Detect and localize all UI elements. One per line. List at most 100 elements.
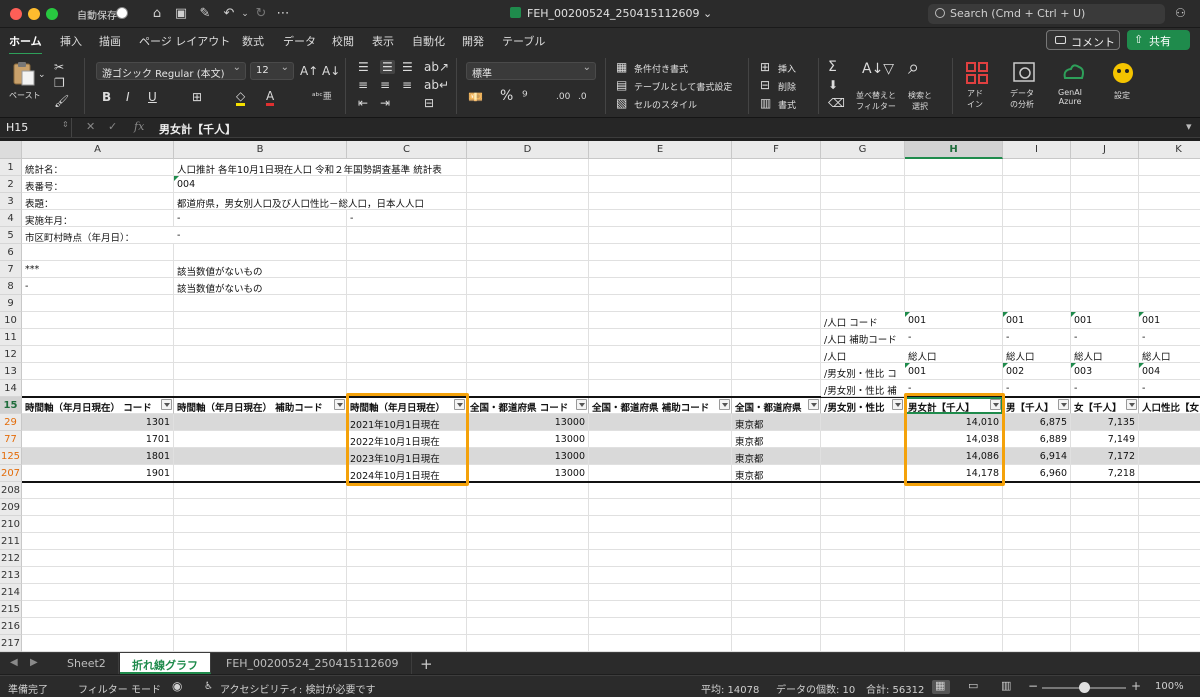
analyze-data-button[interactable]: データ の分析 [1010,88,1034,110]
row-header[interactable]: 208 [0,482,22,499]
insert-cells-button[interactable]: 挿入 [778,62,796,75]
cell-c[interactable]: 2022年10月1日現在 [347,431,467,448]
cell-e[interactable] [589,567,732,584]
cell-b[interactable] [174,584,347,601]
cell-f[interactable] [732,499,821,516]
cell-j[interactable] [1071,618,1139,635]
cell-h[interactable] [905,601,1003,618]
cell-k[interactable] [1139,516,1200,533]
cell-j[interactable] [1071,295,1139,312]
cell-f[interactable] [732,601,821,618]
cell-e[interactable] [589,159,732,176]
cell-f[interactable] [732,516,821,533]
cell-a[interactable]: *** [22,261,174,278]
wrap-text-icon[interactable]: ab↵ [424,78,449,92]
filter-dropdown-icon[interactable] [161,399,172,410]
number-format-select[interactable]: 標準 [466,62,596,80]
cell-a[interactable]: 表題： [22,193,174,210]
column-header-b[interactable]: B [174,141,347,159]
column-header-i[interactable]: I [1003,141,1071,159]
cell-k[interactable] [1139,414,1200,431]
cell-h[interactable]: - [905,380,1003,397]
filter-dropdown-icon[interactable] [892,399,903,410]
align-left-icon[interactable]: ≡ [358,78,368,92]
cell-k[interactable] [1139,193,1200,210]
row-header[interactable]: 216 [0,618,22,635]
cell-d[interactable] [467,227,589,244]
cell-i[interactable] [1003,261,1071,278]
cell-j[interactable] [1071,635,1139,652]
cell-g[interactable] [821,448,905,465]
conditional-format-button[interactable]: 条件付き書式 [634,62,688,75]
cell-f[interactable] [732,380,821,397]
cell-i[interactable] [1003,567,1071,584]
cell-d[interactable] [467,295,589,312]
cell-b[interactable] [174,499,347,516]
cell-e[interactable] [589,414,732,431]
cell-f[interactable] [732,635,821,652]
cell-j[interactable]: 7,172 [1071,448,1139,465]
zoom-level[interactable]: 100% [1155,681,1184,692]
cell-j[interactable] [1071,516,1139,533]
cell-b[interactable]: 該当数値がないもの [174,278,347,295]
cell-e[interactable] [589,516,732,533]
document-title[interactable]: FEH_00200524_250415112609 ⌄ [510,7,712,20]
row-header[interactable]: 4 [0,210,22,227]
row-header[interactable]: 3 [0,193,22,210]
cell-i[interactable]: 001 [1003,312,1071,329]
cell-c[interactable] [347,261,467,278]
column-header-e[interactable]: E [589,141,732,159]
cell-h[interactable]: 14,178 [905,465,1003,482]
cell-b[interactable] [174,448,347,465]
minimize-window-button[interactable] [28,8,40,20]
cell-f[interactable] [732,244,821,261]
cell-j[interactable] [1071,278,1139,295]
cell-j[interactable] [1071,176,1139,193]
row-header[interactable]: 1 [0,159,22,176]
italic-icon[interactable]: I [126,90,130,104]
zoom-window-button[interactable] [46,8,58,20]
row-header[interactable]: 9 [0,295,22,312]
cell-d[interactable]: 13000 [467,431,589,448]
cell-c[interactable] [347,601,467,618]
cell-i[interactable] [1003,618,1071,635]
column-title-f[interactable]: 全国・都道府県 [732,397,821,414]
cell-b[interactable] [174,431,347,448]
cell-i[interactable]: 6,889 [1003,431,1071,448]
cell-i[interactable]: - [1003,380,1071,397]
cell-h[interactable]: - [905,329,1003,346]
filter-dropdown-icon[interactable] [1126,399,1137,410]
cell-d[interactable] [467,312,589,329]
cell-h[interactable] [905,635,1003,652]
cell-h[interactable] [905,584,1003,601]
cell-h[interactable]: 001 [905,363,1003,380]
cell-b[interactable] [174,567,347,584]
row-header[interactable]: 217 [0,635,22,652]
cell-j[interactable] [1071,550,1139,567]
cell-f[interactable] [732,482,821,499]
filter-dropdown-icon[interactable] [719,399,730,410]
cell-a[interactable] [22,635,174,652]
cell-i[interactable] [1003,550,1071,567]
cell-i[interactable] [1003,193,1071,210]
cell-k[interactable] [1139,567,1200,584]
page-break-view-button[interactable]: ▥ [998,679,1016,694]
cell-g[interactable] [821,210,905,227]
cell-f[interactable] [732,227,821,244]
cell-e[interactable] [589,346,732,363]
cell-h[interactable] [905,244,1003,261]
expand-formula-icon[interactable]: ▾ [1186,120,1192,133]
cell-g[interactable] [821,516,905,533]
cell-d[interactable] [467,278,589,295]
cell-b[interactable] [174,329,347,346]
cell-f[interactable]: 東京都 [732,465,821,482]
cell-a[interactable] [22,380,174,397]
column-header-h[interactable]: H [905,141,1003,159]
cell-e[interactable] [589,584,732,601]
cell-h[interactable] [905,618,1003,635]
cell-b[interactable]: 都道府県，男女別人口及び人口性比－総人口，日本人人口 [174,193,424,210]
cell-a[interactable]: 1701 [22,431,174,448]
cell-f[interactable]: 東京都 [732,431,821,448]
profile-icon[interactable]: ⚇ [1175,6,1191,22]
accessibility-status[interactable]: アクセシビリティ: 検討が必要です [220,681,375,696]
